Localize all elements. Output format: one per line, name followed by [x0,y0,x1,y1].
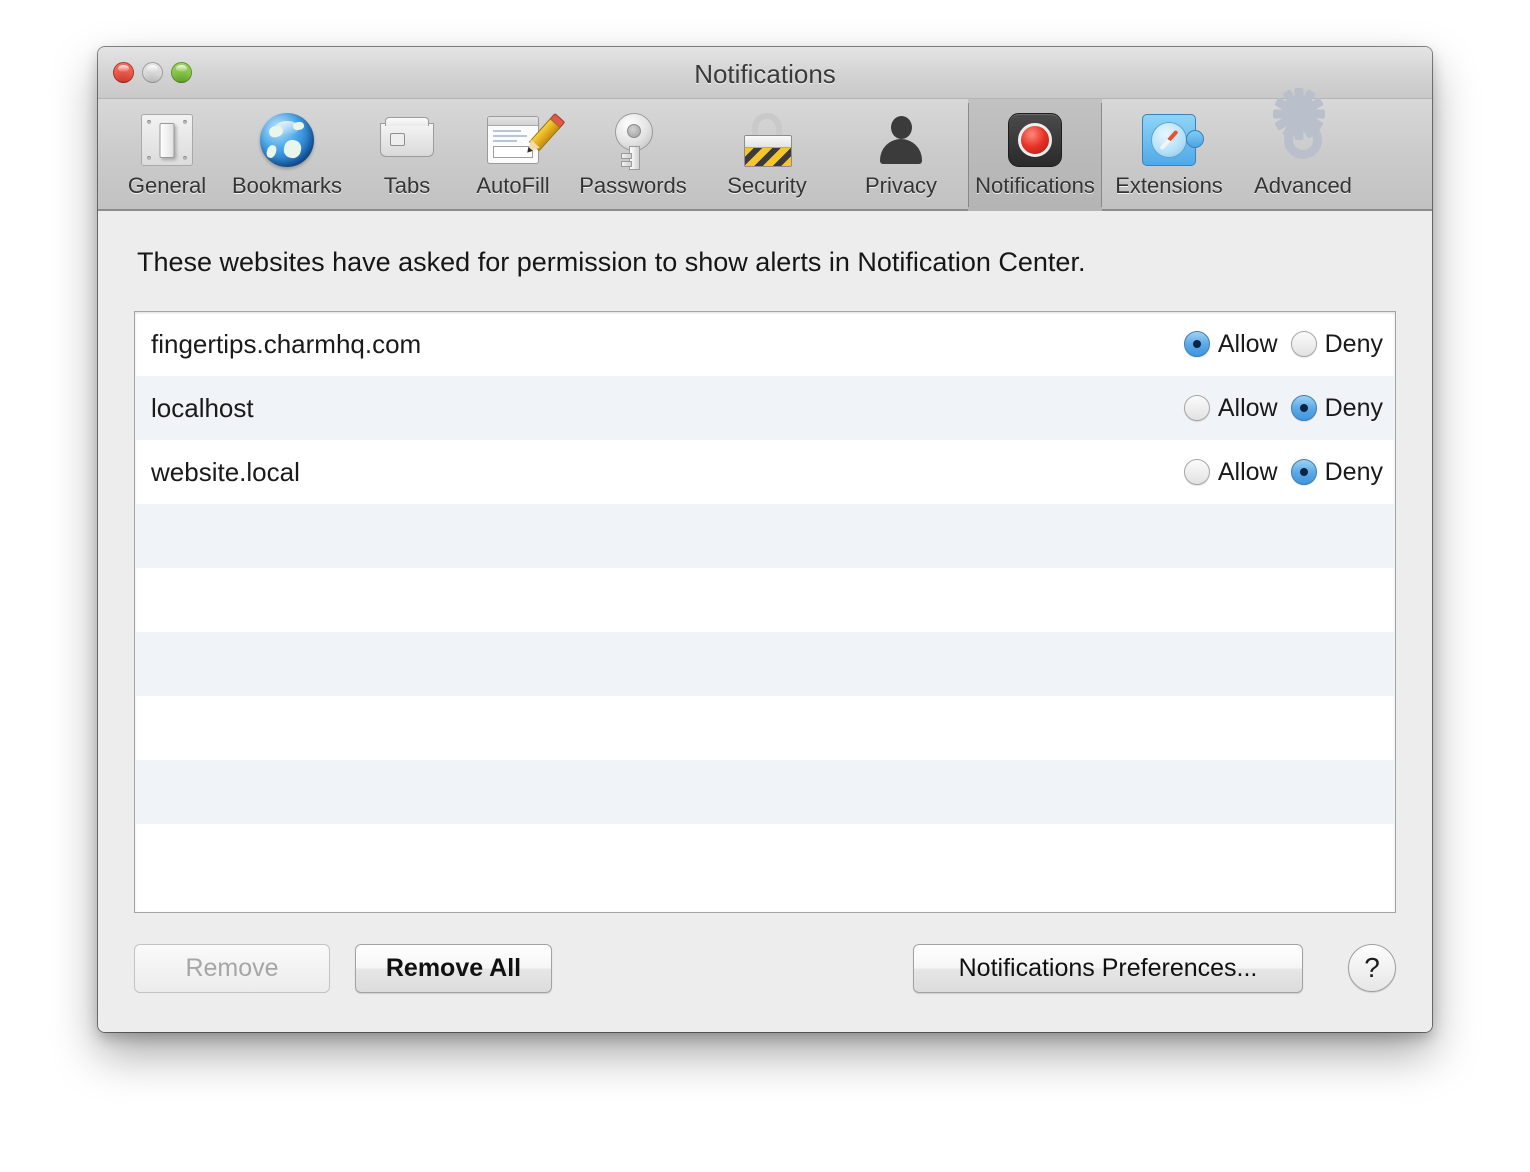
permission-radio-group: Allow Deny [1183,312,1383,376]
tab-label: Bookmarks [231,173,343,198]
tab-label: Passwords [579,173,687,198]
preferences-toolbar: General Bookmarks Tabs AutoFill Password… [98,88,1432,211]
padlock-icon [736,109,798,171]
radio-label: Deny [1324,393,1383,422]
notifications-pane: These websites have asked for permission… [98,211,1432,1032]
tab-label: AutoFill [476,173,550,198]
person-icon [870,109,932,171]
websites-list[interactable]: fingertips.charmhq.com Allow Deny localhost… [134,311,1396,913]
switch-icon [136,109,198,171]
globe-icon [256,109,318,171]
radio-option-deny[interactable]: Deny [1290,393,1383,423]
tab-passwords[interactable]: Passwords [566,99,700,211]
empty-row [135,824,1395,888]
remove-button[interactable]: Remove [134,943,330,993]
radio-label: Deny [1324,329,1383,358]
puzzle-compass-icon [1138,109,1204,171]
gear-icon [1272,88,1334,171]
radio-option-deny[interactable]: Deny [1290,457,1383,487]
help-button[interactable]: ? [1348,944,1396,992]
permission-radio-group: Allow Deny [1183,440,1383,504]
table-row[interactable]: website.local Allow Deny [135,440,1395,504]
tab-label: General [127,173,207,198]
table-row[interactable]: fingertips.charmhq.com Allow Deny [135,312,1395,376]
radio-option-allow[interactable]: Allow [1183,329,1278,359]
key-icon [602,109,664,171]
empty-row [135,760,1395,824]
footer-buttons: Remove Remove All Notifications Preferen… [134,940,1396,996]
radio-allow-icon[interactable] [1183,395,1210,421]
website-name: localhost [151,392,254,423]
websites-rows: fingertips.charmhq.com Allow Deny localhost… [135,312,1395,888]
radio-allow-icon[interactable] [1183,459,1210,485]
tab-label: Notifications [975,173,1095,198]
preferences-window: Notifications General Bookmarks Tabs Aut… [98,47,1432,1032]
tab-label: Privacy [864,173,938,198]
permission-radio-group: Allow Deny [1183,376,1383,440]
radio-deny-icon[interactable] [1290,395,1317,421]
tab-label: Tabs [383,173,431,198]
empty-row [135,696,1395,760]
tab-autofill[interactable]: AutoFill [460,99,566,211]
tab-general[interactable]: General [114,99,220,211]
window-title: Notifications [694,59,836,89]
radio-deny-icon[interactable] [1290,459,1317,485]
empty-row [135,632,1395,696]
tab-bookmarks[interactable]: Bookmarks [220,99,354,211]
radio-option-allow[interactable]: Allow [1183,457,1278,487]
tab-label: Extensions [1115,173,1223,198]
table-row[interactable]: localhost Allow Deny [135,376,1395,440]
empty-row [135,568,1395,632]
radio-deny-icon[interactable] [1290,331,1317,357]
radio-option-allow[interactable]: Allow [1183,393,1278,423]
remove-all-button[interactable]: Remove All [355,943,552,993]
website-name: website.local [151,456,300,487]
tabs-icon [376,109,438,171]
tab-label: Security [727,173,807,198]
radio-option-deny[interactable]: Deny [1290,329,1383,359]
tab-advanced[interactable]: Advanced [1236,88,1370,211]
radio-label: Deny [1324,457,1383,486]
notifications-preferences-button[interactable]: Notifications Preferences... [913,943,1303,993]
radio-allow-icon[interactable] [1183,331,1210,357]
tab-notifications[interactable]: Notifications [968,99,1102,211]
website-name: fingertips.charmhq.com [151,328,422,359]
pane-description: These websites have asked for permission… [137,247,1086,277]
radio-label: Allow [1217,393,1278,422]
radio-label: Allow [1217,329,1278,358]
tab-privacy[interactable]: Privacy [834,99,968,211]
window-titlebar: Notifications [98,47,1432,99]
screen: Notifications General Bookmarks Tabs Aut… [0,0,1530,1172]
empty-row [135,504,1395,568]
tab-label: Advanced [1254,173,1352,198]
form-pencil-icon [482,109,566,171]
tab-tabs[interactable]: Tabs [354,99,460,211]
notification-icon [1004,109,1066,171]
tab-security[interactable]: Security [700,99,834,211]
radio-label: Allow [1217,457,1278,486]
tab-extensions[interactable]: Extensions [1102,99,1236,211]
